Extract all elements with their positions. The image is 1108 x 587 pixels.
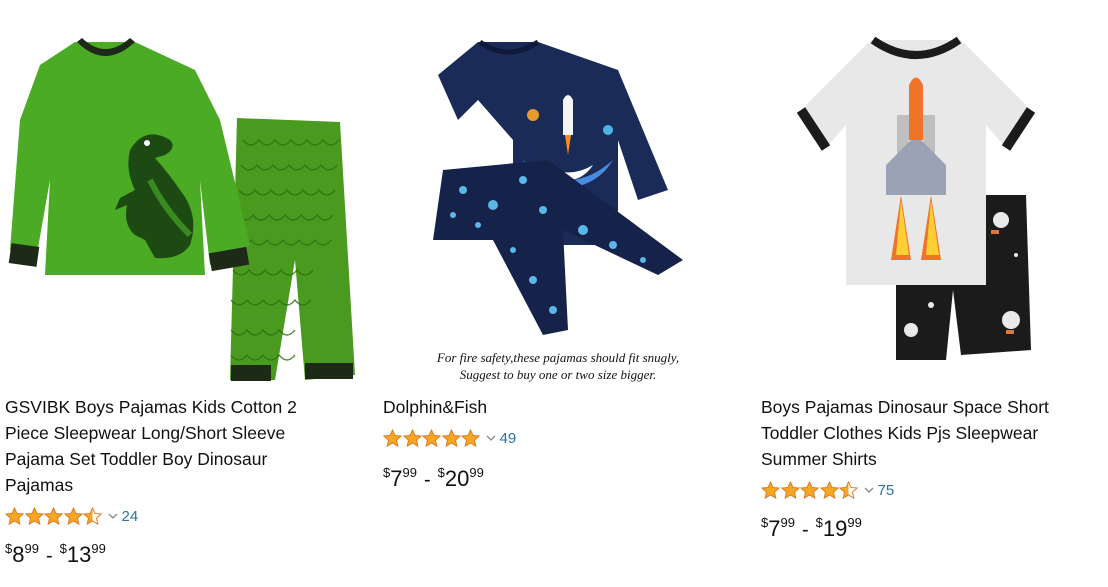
- rating-count-link[interactable]: 49: [500, 430, 517, 447]
- price-high-fraction: 99: [847, 515, 862, 530]
- star-icon: [44, 506, 63, 525]
- image-caption-line-2: Suggest to buy one or two size bigger.: [460, 367, 656, 382]
- product-title[interactable]: GSVIBK Boys Pajamas Kids Cotton 2 Piece …: [5, 394, 335, 498]
- price-low-whole: 7: [768, 516, 781, 541]
- price-high-whole: 13: [66, 542, 92, 567]
- star-icon: [441, 428, 461, 447]
- price-low-fraction: 99: [780, 515, 795, 530]
- rocket-pajama-image[interactable]: For fire safety,these pajamas should fit…: [383, 30, 733, 385]
- price-high-fraction: 99: [469, 465, 484, 480]
- price-range[interactable]: $7 99 - $20 99: [383, 465, 484, 492]
- image-caption-line-1: For fire safety,these pajamas should fit…: [436, 350, 679, 365]
- star-icon: [24, 506, 44, 525]
- price-separator: -: [801, 519, 809, 541]
- rating[interactable]: 49: [383, 427, 516, 449]
- price-low-whole: 7: [390, 466, 403, 491]
- price-high-symbol: $: [437, 465, 445, 480]
- rating[interactable]: 75: [761, 479, 894, 501]
- star-icon: [819, 480, 839, 499]
- chevron-down-icon[interactable]: [108, 511, 118, 521]
- price-low-whole: 8: [12, 542, 25, 567]
- price-separator: -: [423, 469, 431, 491]
- product-card: For fire safety,these pajamas should fit…: [383, 0, 733, 587]
- price-separator: -: [45, 545, 53, 567]
- price-low-symbol: $: [761, 515, 769, 530]
- price-high-whole: 19: [822, 516, 848, 541]
- star-icon: [422, 428, 441, 447]
- star-icon: [761, 480, 780, 499]
- star-icon: [800, 480, 819, 499]
- star-rating[interactable]: [5, 506, 103, 526]
- product-card: GSVIBK Boys Pajamas Kids Cotton 2 Piece …: [5, 0, 355, 587]
- star-icon: [461, 428, 480, 447]
- star-rating[interactable]: [761, 480, 859, 500]
- price-range[interactable]: $7 99 - $19 99: [761, 515, 862, 542]
- star-icon: [5, 506, 24, 525]
- price-low-symbol: $: [383, 465, 391, 480]
- product-title[interactable]: Dolphin&Fish: [383, 394, 713, 420]
- chevron-down-icon[interactable]: [864, 485, 874, 495]
- star-rating[interactable]: [383, 428, 481, 448]
- price-high-whole: 20: [444, 466, 470, 491]
- rating-count-link[interactable]: 24: [122, 508, 139, 525]
- price-high-symbol: $: [815, 515, 823, 530]
- star-icon: [839, 480, 858, 499]
- price-high-fraction: 99: [91, 541, 106, 556]
- star-icon: [63, 506, 83, 525]
- chevron-down-icon[interactable]: [486, 433, 496, 443]
- price-low-fraction: 99: [24, 541, 39, 556]
- price-low-symbol: $: [5, 541, 13, 556]
- price-range[interactable]: $8 99 - $13 99: [5, 541, 106, 568]
- dinosaur-pajama-image[interactable]: [5, 30, 355, 385]
- star-icon: [402, 428, 422, 447]
- rating[interactable]: 24: [5, 505, 138, 527]
- star-icon: [383, 428, 402, 447]
- rating-count-link[interactable]: 75: [878, 482, 895, 499]
- price-low-fraction: 99: [402, 465, 417, 480]
- product-title[interactable]: Boys Pajamas Dinosaur Space Short Toddle…: [761, 394, 1091, 472]
- product-card: Boys Pajamas Dinosaur Space Short Toddle…: [761, 0, 1108, 587]
- space-shuttle-pajama-image[interactable]: [761, 30, 1108, 385]
- star-icon: [780, 480, 800, 499]
- star-icon: [83, 506, 102, 525]
- price-high-symbol: $: [59, 541, 67, 556]
